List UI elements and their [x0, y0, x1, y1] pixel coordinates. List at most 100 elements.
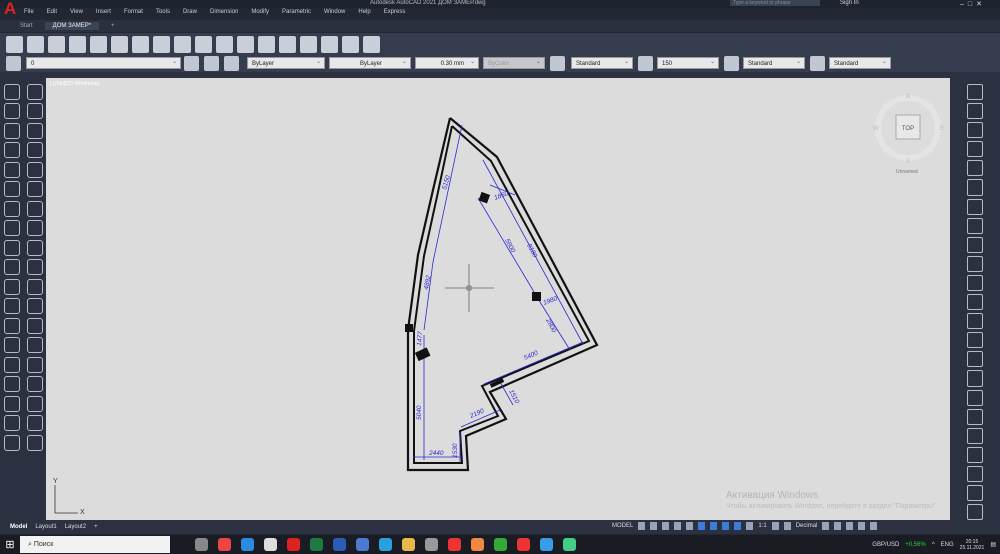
- taskbar-edge-icon[interactable]: [241, 538, 254, 551]
- center-mark-icon[interactable]: [967, 351, 983, 368]
- continue-icon[interactable]: [967, 332, 983, 349]
- plot-preview-icon[interactable]: [90, 35, 107, 53]
- isolate-objects-icon[interactable]: [846, 522, 854, 530]
- break-icon[interactable]: [3, 415, 20, 432]
- make-current-layer-icon[interactable]: [184, 56, 199, 71]
- multiline-text-icon[interactable]: [3, 337, 20, 354]
- taskbar-excel-icon[interactable]: [310, 538, 323, 551]
- annotation-visibility-icon[interactable]: [734, 522, 742, 530]
- text-style-icon[interactable]: [967, 217, 983, 234]
- revcloud-icon[interactable]: [26, 376, 43, 393]
- plotstyle-dropdown[interactable]: ByColor: [483, 56, 545, 69]
- extend-icon[interactable]: [26, 239, 43, 256]
- help-search-input[interactable]: Type a keyword or phrase: [730, 0, 820, 6]
- window-controls[interactable]: –□✕: [960, 0, 986, 8]
- block-icon[interactable]: [26, 337, 43, 354]
- polyline-icon[interactable]: [26, 83, 43, 100]
- circle-icon[interactable]: [3, 103, 20, 120]
- mleader-style-icon[interactable]: [810, 56, 825, 71]
- block-editor-icon[interactable]: [153, 35, 170, 53]
- table-style-dropdown[interactable]: Standard: [743, 56, 805, 69]
- autocad-logo-icon[interactable]: A: [4, 0, 20, 17]
- lineweight-icon[interactable]: [722, 522, 730, 530]
- new-tab-button[interactable]: +: [103, 22, 123, 30]
- taskbar-word-icon[interactable]: [333, 538, 346, 551]
- fillet-icon[interactable]: [3, 259, 20, 276]
- trim-icon[interactable]: [3, 239, 20, 256]
- units-dropdown[interactable]: Decimal: [796, 523, 818, 529]
- polygon-icon[interactable]: [26, 122, 43, 139]
- oblique-icon[interactable]: [967, 465, 983, 482]
- undo-icon[interactable]: [195, 35, 212, 53]
- spline-icon[interactable]: [3, 161, 20, 178]
- point-icon[interactable]: [26, 161, 43, 178]
- taskbar-app2-icon[interactable]: [540, 538, 553, 551]
- spell-check-icon[interactable]: [967, 179, 983, 196]
- polar-icon[interactable]: [674, 522, 682, 530]
- windows-start-icon[interactable]: ⊞: [0, 538, 20, 551]
- color-dropdown[interactable]: ByLayer: [247, 56, 325, 69]
- help-icon[interactable]: [363, 35, 380, 53]
- dim-space-icon[interactable]: [967, 370, 983, 387]
- layer-previous-icon[interactable]: [204, 56, 219, 71]
- scale-icon[interactable]: [26, 220, 43, 237]
- layer-properties-icon[interactable]: [6, 56, 21, 71]
- arc-icon[interactable]: [26, 103, 43, 120]
- annotation-scale[interactable]: 1:1: [758, 523, 766, 529]
- ortho-icon[interactable]: [662, 522, 670, 530]
- lock-ui-icon[interactable]: [834, 522, 842, 530]
- menu-modify[interactable]: Modify: [251, 9, 269, 19]
- object-snap-icon[interactable]: [710, 522, 718, 530]
- ellipse-icon[interactable]: [3, 142, 20, 159]
- dim-edit-icon[interactable]: [967, 504, 983, 521]
- taskbar-yandex-browser-icon[interactable]: [517, 538, 530, 551]
- clock[interactable]: 20:15 25.11.2021: [960, 539, 985, 551]
- match-properties-icon[interactable]: [174, 35, 191, 53]
- taskbar-explorer-icon[interactable]: [402, 538, 415, 551]
- table-icon[interactable]: [26, 317, 43, 334]
- menu-parametric[interactable]: Parametric: [282, 9, 311, 19]
- text-style-dropdown[interactable]: Standard: [571, 56, 633, 69]
- new-icon[interactable]: [6, 35, 23, 53]
- quick-properties-icon[interactable]: [822, 522, 830, 530]
- taskbar-store-icon[interactable]: [264, 538, 277, 551]
- jogged-icon[interactable]: [967, 427, 983, 444]
- menu-dimension[interactable]: Dimension: [210, 9, 238, 19]
- sign-in-button[interactable]: Sign In: [840, 0, 859, 6]
- layer-dropdown[interactable]: 0: [26, 56, 181, 69]
- angular-icon[interactable]: [967, 198, 983, 215]
- menu-express[interactable]: Express: [384, 9, 406, 19]
- taskbar-files-icon[interactable]: [356, 538, 369, 551]
- move-icon[interactable]: [3, 181, 20, 198]
- wipeout-icon[interactable]: [3, 376, 20, 393]
- model-space-button[interactable]: MODEL: [612, 523, 633, 529]
- linetype-dropdown[interactable]: ByLayer: [329, 56, 411, 69]
- menu-format[interactable]: Format: [124, 9, 143, 19]
- print-icon[interactable]: [69, 35, 86, 53]
- layout-tab[interactable]: Layout1: [35, 524, 56, 530]
- dim-break-icon[interactable]: [967, 294, 983, 311]
- isodraft-icon[interactable]: [686, 522, 694, 530]
- taskbar-app3-icon[interactable]: [563, 538, 576, 551]
- tray-chevron-icon[interactable]: ^: [932, 542, 935, 548]
- erase-icon[interactable]: [26, 298, 43, 315]
- chamfer-icon[interactable]: [26, 259, 43, 276]
- taskbar-steam-icon[interactable]: [425, 538, 438, 551]
- menu-insert[interactable]: Insert: [96, 9, 111, 19]
- layout-tab[interactable]: Layout2: [65, 524, 86, 530]
- insert-block-icon[interactable]: [3, 434, 20, 451]
- doc-tab[interactable]: Start: [12, 22, 41, 30]
- layer-match-icon[interactable]: [224, 56, 239, 71]
- taskbar-search[interactable]: ⌕ Поиск: [20, 536, 170, 553]
- publish-icon[interactable]: [111, 35, 128, 53]
- open-icon[interactable]: [27, 35, 44, 53]
- text-b-icon[interactable]: [967, 141, 983, 158]
- update-icon[interactable]: [967, 484, 983, 502]
- text-icon[interactable]: [26, 434, 43, 451]
- sheet-set-icon[interactable]: [300, 35, 317, 53]
- markup-icon[interactable]: [321, 35, 338, 53]
- join-icon[interactable]: [26, 395, 43, 412]
- region-icon[interactable]: [3, 317, 20, 334]
- layout-tab[interactable]: +: [94, 524, 98, 530]
- quick-dim-icon[interactable]: [967, 389, 983, 406]
